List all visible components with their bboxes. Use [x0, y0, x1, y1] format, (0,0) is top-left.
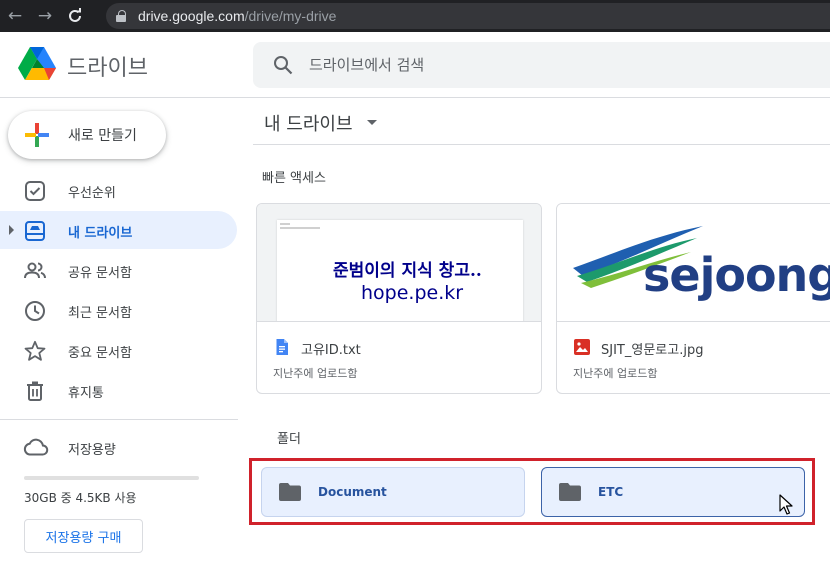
file-name: SJIT_영문로고.jpg	[601, 343, 704, 358]
url-host: drive.google.com	[138, 8, 245, 24]
folder-document[interactable]: Document	[261, 467, 525, 517]
trash-icon	[27, 381, 43, 401]
file-name: 고유ID.txt	[301, 343, 361, 358]
url-path: /drive/my-drive	[244, 8, 337, 24]
file-activity: 지난주에 업로드함	[273, 367, 358, 380]
file-preview: 준범이의 지식 창고.. hope.pe.kr	[257, 204, 541, 322]
sidebar-item-priority[interactable]: 우선순위	[0, 171, 237, 209]
folder-icon	[559, 483, 581, 501]
quick-access-label: 빠른 액세스	[262, 171, 326, 186]
mouse-cursor-icon	[779, 494, 793, 515]
app-name: 드라이브	[67, 56, 148, 81]
forward-icon[interactable]: →	[30, 0, 60, 32]
quick-access-card-image[interactable]: sejoong SJIT_영문로고.jpg 지난주에 업로드함	[556, 203, 830, 394]
image-file-icon	[574, 339, 590, 355]
sidebar-item-trash[interactable]: 휴지통	[0, 371, 237, 409]
folder-name: Document	[318, 485, 387, 499]
google-doc-icon	[276, 339, 288, 355]
star-icon	[24, 340, 46, 361]
main-divider	[253, 144, 830, 145]
preview-line-2: hope.pe.kr	[361, 282, 464, 304]
people-icon	[24, 262, 46, 279]
sidebar-item-label: 최근 문서함	[68, 306, 132, 321]
title-dropdown-caret-icon[interactable]	[367, 120, 377, 125]
preview-small-text	[280, 223, 320, 235]
storage-label[interactable]: 저장용량	[68, 439, 116, 458]
preview-logo-text: sejoong	[643, 248, 830, 302]
sidebar-item-my-drive[interactable]: 내 드라이브	[0, 211, 237, 249]
folder-etc[interactable]: ETC	[541, 467, 805, 517]
preview-line-1: 준범이의 지식 창고..	[333, 261, 482, 281]
buy-storage-button[interactable]: 저장용량 구매	[24, 519, 143, 553]
plus-icon	[25, 123, 49, 147]
sidebar-item-shared[interactable]: 공유 문서함	[0, 251, 237, 289]
cloud-icon	[23, 438, 49, 456]
folder-name: ETC	[598, 485, 624, 499]
new-button[interactable]: 새로 만들기	[8, 111, 166, 159]
drive-logo-icon[interactable]	[18, 47, 56, 81]
lock-icon	[116, 10, 126, 22]
document-preview: 준범이의 지식 창고.. hope.pe.kr	[277, 220, 523, 321]
my-drive-icon	[25, 221, 45, 241]
search-box[interactable]	[253, 42, 830, 88]
storage-usage-text: 30GB 중 4.5KB 사용	[24, 491, 137, 505]
sidebar-item-label: 중요 문서함	[68, 346, 132, 361]
storage-progress-bar	[24, 476, 199, 480]
expand-arrow-icon[interactable]	[9, 225, 14, 235]
address-bar[interactable]: drive.google.com/drive/my-drive	[106, 3, 830, 29]
page-title[interactable]: 내 드라이브	[264, 110, 353, 136]
app-header: 드라이브	[0, 32, 830, 98]
search-input[interactable]	[309, 42, 809, 88]
back-icon[interactable]: ←	[0, 0, 30, 32]
sidebar-item-label: 공유 문서함	[68, 266, 132, 281]
sidebar-item-starred[interactable]: 중요 문서함	[0, 331, 237, 369]
sidebar-item-label: 휴지통	[68, 386, 104, 401]
search-icon[interactable]	[273, 55, 293, 75]
file-activity: 지난주에 업로드함	[573, 367, 658, 380]
file-preview: sejoong	[557, 204, 830, 322]
check-box-icon	[25, 181, 45, 201]
new-button-label: 새로 만들기	[68, 128, 137, 144]
clock-icon	[25, 301, 45, 321]
folder-icon	[279, 483, 301, 501]
sidebar-item-recent[interactable]: 최근 문서함	[0, 291, 237, 329]
quick-access-card-text[interactable]: 준범이의 지식 창고.. hope.pe.kr 고유ID.txt 지난주에 업로…	[256, 203, 542, 394]
folders-label: 폴더	[277, 432, 301, 447]
sidebar-item-label: 내 드라이브	[68, 226, 133, 241]
sidebar-item-label: 우선순위	[68, 186, 116, 201]
reload-icon[interactable]	[60, 0, 90, 32]
sidebar-divider	[0, 419, 238, 420]
browser-toolbar: ← → drive.google.com/drive/my-drive	[0, 0, 830, 32]
